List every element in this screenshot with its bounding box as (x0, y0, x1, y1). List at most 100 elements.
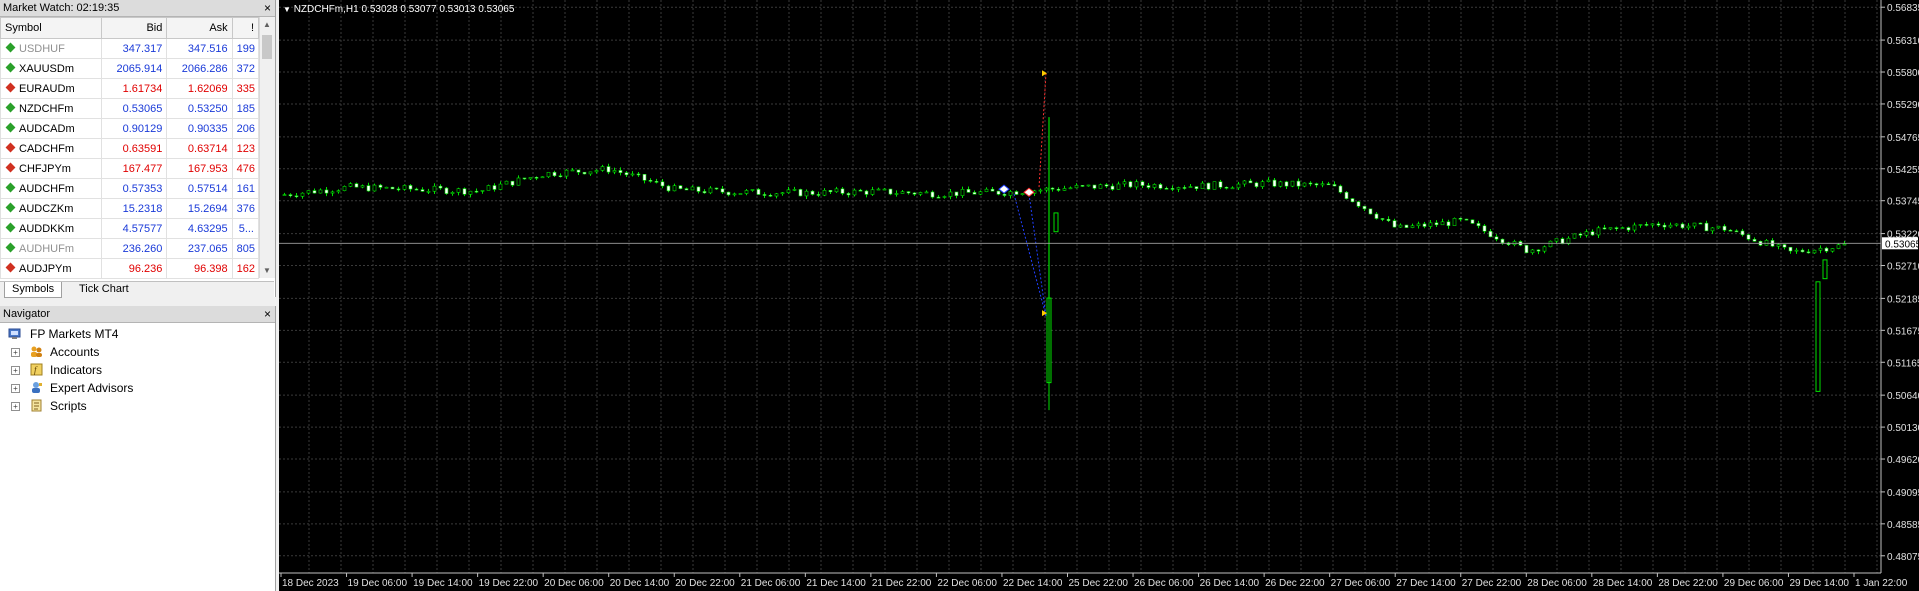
candle (1674, 223, 1679, 226)
tree-item-expert-advisors[interactable]: + Expert Advisors (0, 379, 275, 397)
candle (1596, 227, 1601, 236)
scroll-up-icon[interactable]: ▲ (263, 20, 271, 29)
tree-item-indicators[interactable]: + f Indicators (0, 361, 275, 379)
symbol-cell[interactable]: EURAUDm (0, 78, 103, 99)
candle (1524, 244, 1529, 254)
symbol-name: AUDDKKm (19, 222, 75, 235)
candle (1008, 191, 1013, 196)
market-watch-row[interactable]: XAUUSDm 2065.914 2066.286 372 (0, 58, 260, 79)
candle (474, 190, 479, 193)
candle (1752, 239, 1757, 242)
price-label: 0.52185 (1887, 294, 1919, 305)
symbol-cell[interactable]: AUDCHFm (0, 178, 103, 199)
time-label: 20 Dec 06:00 (544, 578, 604, 589)
candle (672, 185, 677, 192)
price-chart[interactable]: 0.56835 0.56310 0.55800 0.55290 0.54765 0.542… (279, 0, 1919, 591)
symbol-cell[interactable]: XAUUSDm (0, 58, 103, 79)
candle (282, 194, 287, 196)
chart-canvas[interactable]: 0.56835 0.56310 0.55800 0.55290 0.54765 0.542… (279, 0, 1919, 591)
symbol-cell[interactable]: CADCHFm (0, 138, 103, 159)
candle (480, 190, 485, 192)
market-watch-row[interactable]: NZDCHFm 0.53065 0.53250 185 (0, 98, 260, 119)
market-watch-close-icon[interactable]: × (264, 0, 271, 16)
navigator-title-bar[interactable]: Navigator × (0, 306, 275, 323)
accounts-icon (31, 346, 42, 357)
ask-column-header[interactable]: Ask (166, 17, 233, 39)
candle (1050, 187, 1055, 190)
tab-symbols[interactable]: Symbols (4, 282, 63, 298)
candle (936, 196, 941, 199)
tree-item-scripts[interactable]: + Scripts (0, 397, 275, 415)
chart-header: ▼ NZDCHFm,H1 0.53028 0.53077 0.53013 0.5… (283, 4, 514, 15)
market-watch-row[interactable]: USDHUF 347.317 347.516 199 (0, 38, 260, 59)
market-watch-row[interactable]: AUDCHFm 0.57353 0.57514 161 (0, 178, 260, 199)
symbol-name: XAUUSDm (19, 62, 75, 75)
candle (1386, 218, 1391, 221)
candle (1134, 181, 1139, 188)
bid-column-header[interactable]: Bid (101, 17, 168, 39)
market-watch-row[interactable]: CHFJPYm 167.477 167.953 476 (0, 158, 260, 179)
candle (1644, 224, 1649, 226)
candle (1470, 219, 1475, 224)
symbol-cell[interactable]: AUDCZKm (0, 198, 103, 219)
expand-icon[interactable]: + (11, 366, 20, 375)
candle (552, 171, 557, 177)
navigator-panel: Navigator × FP Markets MT4 + Accounts + … (0, 306, 276, 591)
candle (498, 183, 503, 190)
candle (1578, 233, 1583, 236)
candle (1320, 183, 1325, 186)
symbol-cell[interactable]: AUDHUFm (0, 238, 103, 259)
market-watch-row[interactable]: CADCHFm 0.63591 0.63714 123 (0, 138, 260, 159)
tree-item-accounts[interactable]: + Accounts (0, 343, 275, 361)
scroll-down-icon[interactable]: ▼ (263, 266, 271, 275)
symbol-name: EURAUDm (19, 82, 75, 95)
price-up-icon (5, 122, 16, 132)
symbol-cell[interactable]: USDHUF (0, 38, 103, 59)
time-label: 1 Jan 22:00 (1855, 578, 1908, 589)
symbol-name: CADCHFm (19, 142, 74, 155)
expand-icon[interactable]: + (11, 384, 20, 393)
expand-icon[interactable]: + (11, 402, 20, 411)
market-watch-scrollbar[interactable]: ▲ ▼ (259, 17, 275, 278)
symbol-name: AUDHUFm (19, 242, 74, 255)
market-watch-row[interactable]: AUDJPYm 96.236 96.398 162 (0, 258, 260, 279)
candle (666, 185, 671, 192)
price-label: 0.50640 (1887, 391, 1919, 402)
market-watch-title-bar[interactable]: Market Watch: 02:19:35 × (0, 0, 275, 17)
time-label: 22 Dec 06:00 (937, 578, 997, 589)
symbol-column-header[interactable]: Symbol (0, 17, 103, 39)
symbol-cell[interactable]: AUDDKKm (0, 218, 103, 239)
tab-tick-chart[interactable]: Tick Chart (72, 282, 136, 297)
bid-cell: 2065.914 (101, 58, 168, 79)
candle (1200, 182, 1205, 189)
candle (714, 187, 719, 190)
candle (1398, 224, 1403, 228)
navigator-close-icon[interactable]: × (264, 306, 271, 322)
candle (588, 171, 593, 175)
price-down-icon (5, 262, 16, 272)
symbol-cell[interactable]: CHFJPYm (0, 158, 103, 179)
tree-root-fp-markets[interactable]: FP Markets MT4 (0, 325, 275, 343)
candle (1368, 208, 1373, 215)
symbol-cell[interactable]: AUDCADm (0, 118, 103, 139)
market-watch-row[interactable]: AUDDKKm 4.57577 4.63295 5... (0, 218, 260, 239)
candle (1824, 247, 1829, 252)
candle (648, 180, 653, 182)
price-label: 0.53745 (1887, 197, 1919, 208)
scrollbar-thumb[interactable] (262, 35, 272, 59)
candle (1710, 227, 1715, 232)
symbol-cell[interactable]: NZDCHFm (0, 98, 103, 119)
candle (1698, 222, 1703, 225)
spread-cell: 185 (231, 98, 260, 119)
symbol-cell[interactable]: AUDJPYm (0, 258, 103, 279)
spread-column-header[interactable]: ! (231, 17, 260, 39)
market-watch-row[interactable]: AUDCADm 0.90129 0.90335 206 (0, 118, 260, 139)
time-label: 19 Dec 22:00 (479, 578, 539, 589)
expand-icon[interactable]: + (11, 348, 20, 357)
market-watch-row[interactable]: AUDCZKm 15.2318 15.2694 376 (0, 198, 260, 219)
market-watch-row[interactable]: EURAUDm 1.61734 1.62069 335 (0, 78, 260, 99)
price-label: 0.51165 (1887, 358, 1919, 369)
market-watch-row[interactable]: AUDHUFm 236.260 237.065 805 (0, 238, 260, 259)
candle (1662, 224, 1667, 228)
candle (732, 193, 737, 196)
